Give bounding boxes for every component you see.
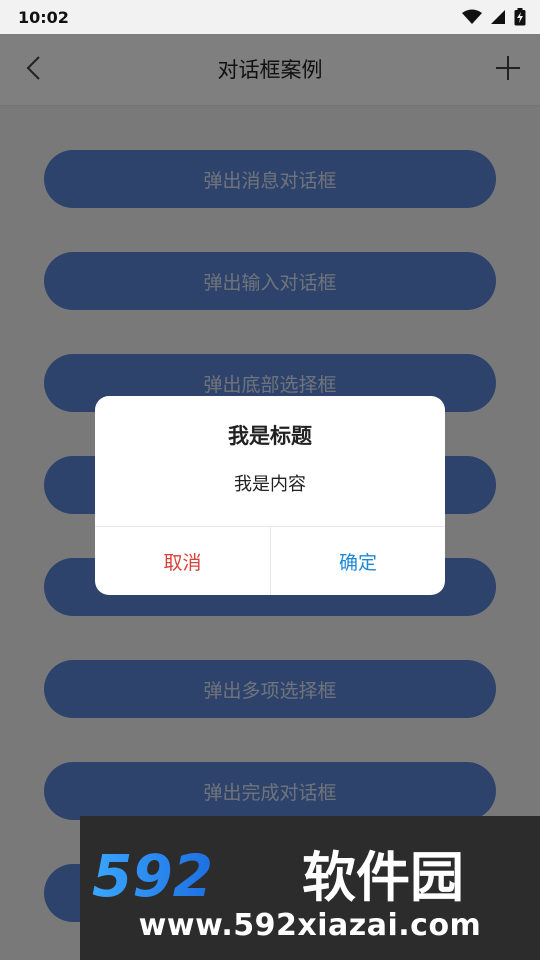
battery-charging-icon [514,8,526,26]
cancel-button[interactable]: 取消 [95,527,270,595]
alert-dialog: 我是标题 我是内容 取消 确定 [95,396,445,595]
watermark-logo: 592 软件园 [92,842,464,906]
watermark: 592 软件园 www.592xiazai.com [80,816,540,960]
svg-text:软件园: 软件园 [302,846,464,906]
status-bar: 10:02 [0,0,540,34]
signal-icon [490,9,506,25]
dialog-message: 我是内容 [234,474,306,495]
confirm-button[interactable]: 确定 [270,527,445,595]
status-icons [462,8,526,26]
svg-text:592: 592 [92,842,213,906]
dialog-title: 我是标题 [228,424,312,448]
wifi-icon [462,9,482,25]
watermark-url: www.592xiazai.com [138,908,482,943]
status-time: 10:02 [18,7,69,27]
